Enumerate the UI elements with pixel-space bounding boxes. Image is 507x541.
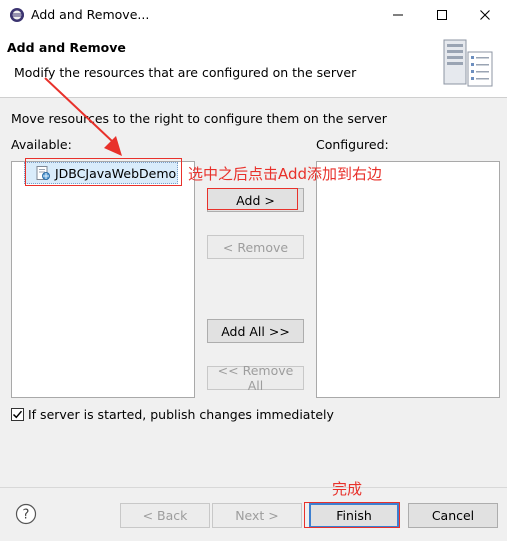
instructions-text: Move resources to the right to configure… xyxy=(11,111,387,126)
configured-label: Configured: xyxy=(316,137,389,152)
publish-checkbox[interactable] xyxy=(11,408,24,421)
close-button[interactable] xyxy=(463,0,507,30)
wizard-header: Add and Remove Modify the resources that… xyxy=(0,30,507,98)
title-bar: Add and Remove... xyxy=(0,0,507,30)
remove-all-button[interactable]: << Remove All xyxy=(207,363,304,393)
maximize-icon xyxy=(437,10,447,20)
svg-text:?: ? xyxy=(23,508,30,523)
checkmark-icon xyxy=(12,410,23,419)
available-list[interactable] xyxy=(11,161,195,398)
eclipse-app-icon xyxy=(10,8,24,22)
remove-button[interactable]: < Remove xyxy=(207,235,304,259)
cancel-button[interactable]: Cancel xyxy=(408,503,498,528)
minimize-icon xyxy=(393,14,403,16)
next-button[interactable]: Next > xyxy=(212,503,302,528)
publish-checkbox-label: If server is started, publish changes im… xyxy=(28,407,334,422)
footer-divider xyxy=(0,487,507,488)
annotation-box-item xyxy=(25,158,182,186)
window-title: Add and Remove... xyxy=(31,7,150,22)
page-description: Modify the resources that are configured… xyxy=(14,65,357,80)
annotation-box-add xyxy=(207,188,298,210)
minimize-button[interactable] xyxy=(376,0,420,30)
server-image-icon xyxy=(443,39,493,87)
annotation-main-note: 选中之后点击Add添加到右边 xyxy=(188,165,383,183)
configured-list[interactable] xyxy=(316,161,500,398)
available-label: Available: xyxy=(11,137,72,152)
annotation-box-finish xyxy=(304,502,400,528)
back-button[interactable]: < Back xyxy=(120,503,210,528)
close-icon xyxy=(480,10,490,20)
maximize-button[interactable] xyxy=(420,0,464,30)
help-icon[interactable]: ? xyxy=(15,503,37,525)
page-title: Add and Remove xyxy=(7,40,126,55)
publish-option-row[interactable]: If server is started, publish changes im… xyxy=(11,407,334,422)
annotation-finish-note: 完成 xyxy=(332,480,363,498)
add-all-button[interactable]: Add All >> xyxy=(207,319,304,343)
